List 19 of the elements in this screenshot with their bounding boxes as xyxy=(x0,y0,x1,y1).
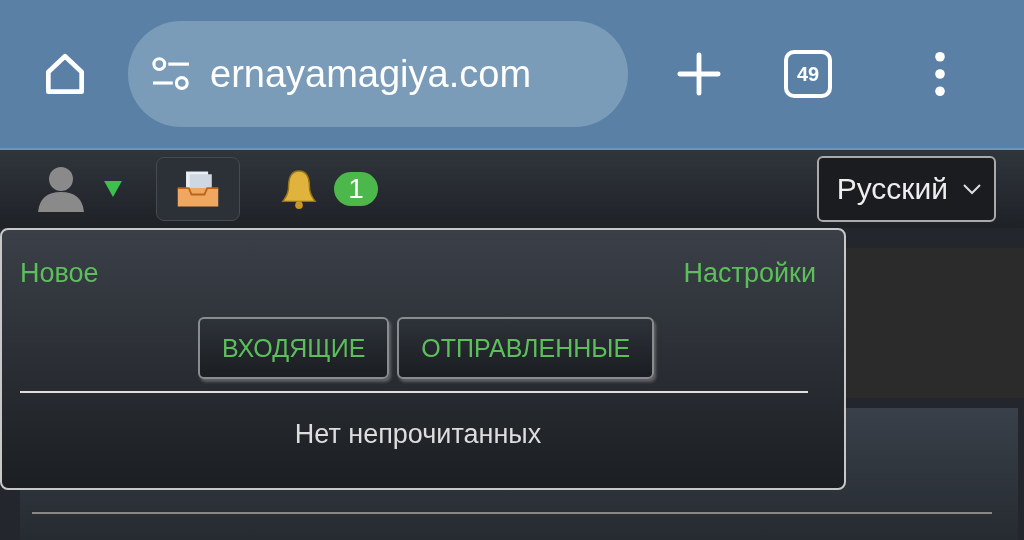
folder-button[interactable]: ОТПРАВЛЕННЫЕ xyxy=(397,317,655,379)
new-message-link[interactable]: Новое xyxy=(20,258,99,289)
menu-icon[interactable] xyxy=(932,51,948,97)
address-bar[interactable]: ernayamagiya.com xyxy=(128,21,628,127)
folder-button[interactable]: ВХОДЯЩИЕ xyxy=(197,317,390,379)
empty-message: Нет непрочитанных xyxy=(293,419,543,450)
settings-link[interactable]: Настройки xyxy=(683,258,816,289)
bell-icon[interactable] xyxy=(280,168,318,210)
plus-icon[interactable] xyxy=(676,51,722,97)
notification-badge: 1 xyxy=(334,172,378,206)
user-icon[interactable] xyxy=(36,166,86,212)
tab-count-button[interactable]: 49 xyxy=(784,50,832,98)
chevron-icon xyxy=(962,183,982,195)
site-settings-icon[interactable] xyxy=(150,56,192,92)
url-text: ernayamagiya.com xyxy=(210,52,532,96)
caret-icon[interactable] xyxy=(104,181,122,197)
inbox-button[interactable] xyxy=(156,157,240,221)
language-select[interactable]: Русский xyxy=(816,156,996,222)
inbox-icon xyxy=(175,169,221,209)
